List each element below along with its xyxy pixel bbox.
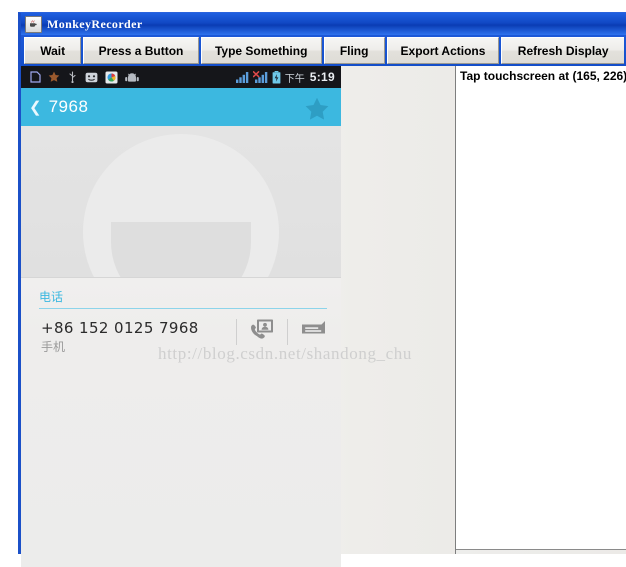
status-bar-system-icons: 下午 5:19 (235, 66, 335, 88)
usb-icon (69, 71, 76, 83)
action-divider-right (287, 318, 288, 345)
phone-number-value: +86 152 0125 7968 (41, 319, 199, 337)
send-message-icon[interactable] (300, 318, 327, 345)
contact-name-title: 7968 (48, 97, 89, 116)
phone-number-row[interactable]: +86 152 0125 7968 手机 (21, 309, 341, 355)
action-divider-left (236, 318, 237, 345)
signal-bars-no-service-icon (252, 71, 268, 83)
android-robot-icon (125, 72, 139, 82)
star-favorite-icon[interactable] (305, 97, 329, 125)
device-display-panel: 下午 5:19 ❮ 7968 电话 +86 152 0125 7968 手机 h… (21, 66, 450, 567)
java-coffee-cup-icon (25, 15, 42, 33)
photos-app-icon (105, 71, 118, 83)
phone-section-label: 电话 (39, 290, 64, 304)
android-device-screenshot[interactable]: 下午 5:19 ❮ 7968 电话 +86 152 0125 7968 手机 (21, 66, 341, 567)
status-bar-notification-icons (21, 71, 139, 84)
recorded-action-line: Tap touchscreen at (165, 226) (460, 69, 626, 83)
contact-details-body: 电话 +86 152 0125 7968 手机 (21, 278, 341, 567)
battery-charging-icon (272, 70, 281, 83)
contact-photo-area[interactable] (21, 126, 341, 278)
action-toolbar: Wait Press a Button Type Something Fling… (21, 35, 626, 66)
window-title-bar: MonkeyRecorder (21, 13, 626, 35)
type-something-button[interactable]: Type Something (200, 37, 322, 64)
star-icon (48, 71, 60, 82)
main-split-pane: 下午 5:19 ❮ 7968 电话 +86 152 0125 7968 手机 h… (21, 66, 626, 567)
status-bar-clock: 5:19 (309, 70, 335, 84)
export-actions-button[interactable]: Export Actions (386, 37, 500, 64)
avatar-body-shape (111, 222, 251, 278)
phone-row-actions (224, 317, 327, 346)
wait-button[interactable]: Wait (24, 37, 82, 64)
sim-card-icon (30, 71, 41, 83)
signal-bars-icon (235, 72, 249, 83)
call-contact-icon[interactable] (249, 317, 275, 346)
smiley-face-icon (85, 72, 98, 82)
monkeyrecorder-window: MonkeyRecorder Wait Press a Button Type … (18, 12, 626, 567)
recorded-actions-panel[interactable]: Tap touchscreen at (165, 226) (456, 66, 626, 550)
screen-root: MonkeyRecorder Wait Press a Button Type … (0, 0, 626, 567)
status-bar-ampm: 下午 (284, 73, 305, 85)
refresh-display-button[interactable]: Refresh Display (501, 37, 624, 64)
default-contact-avatar-icon (83, 134, 279, 278)
press-a-button-button[interactable]: Press a Button (83, 37, 199, 64)
fling-button[interactable]: Fling (323, 37, 385, 64)
contact-action-bar: ❮ 7968 (21, 88, 341, 126)
window-title: MonkeyRecorder (47, 16, 143, 31)
android-status-bar: 下午 5:19 (21, 66, 341, 88)
back-chevron-icon[interactable]: ❮ (29, 100, 42, 115)
phone-number-type: 手机 (41, 340, 66, 354)
